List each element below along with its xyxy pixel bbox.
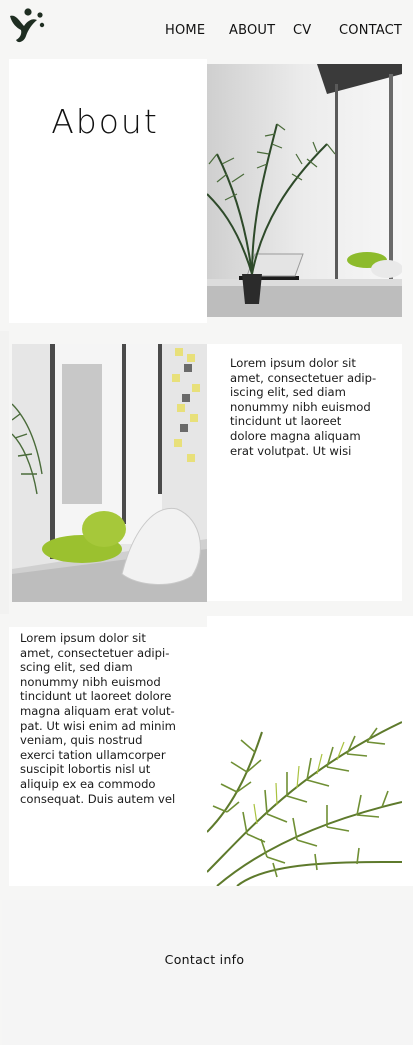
about-paragraph-2: Lorem ipsum dolor sit amet, consectetuer… xyxy=(20,631,176,806)
about-paragraph-1: Lorem ipsum dolor sit amet, consectetuer… xyxy=(230,356,377,458)
leaf-figure-logo-icon[interactable] xyxy=(6,4,48,46)
palm-fronds-photo xyxy=(207,712,402,886)
window-seat-with-cushions-photo xyxy=(12,344,207,602)
footer xyxy=(2,900,413,1045)
nav-cv-link[interactable]: CV xyxy=(293,23,311,38)
page-title: About xyxy=(51,102,159,141)
nav-contact-link[interactable]: CONTACT xyxy=(339,23,402,38)
nav-about-link[interactable]: ABOUT xyxy=(229,23,275,38)
contact-info-text[interactable]: Contact info xyxy=(0,952,409,967)
about-title-panel xyxy=(9,59,207,323)
nav-home-link[interactable]: HOME xyxy=(165,23,205,38)
palm-and-laptop-by-window-photo xyxy=(207,64,402,317)
left-band xyxy=(0,331,9,614)
